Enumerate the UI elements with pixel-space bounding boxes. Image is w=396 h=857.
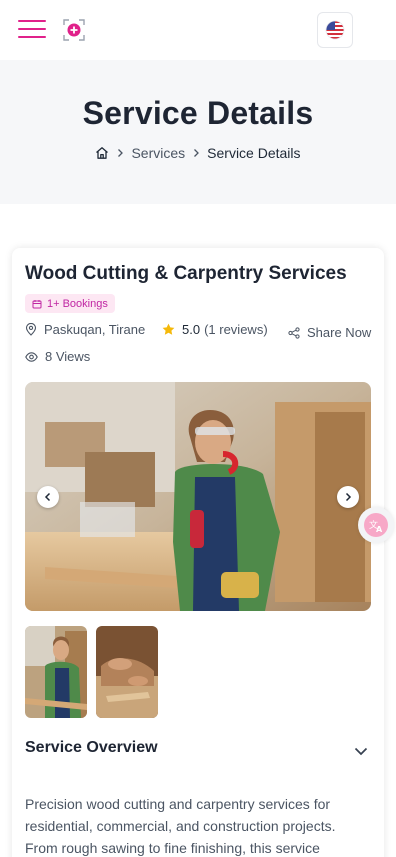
chevron-right-icon — [345, 492, 352, 502]
share-button[interactable]: Share Now — [288, 325, 371, 340]
service-overview-title[interactable]: Service Overview — [25, 739, 158, 757]
gallery-thumbnail-2[interactable] — [96, 626, 158, 718]
chevron-down-icon[interactable] — [352, 742, 370, 760]
page-title: Service Details — [82, 95, 314, 131]
home-icon[interactable] — [95, 146, 109, 160]
share-icon — [288, 326, 300, 339]
gallery-prev-button[interactable] — [37, 486, 59, 508]
breadcrumb-current: Service Details — [207, 145, 301, 161]
rating-value: 5.0 — [182, 322, 201, 337]
hamburger-menu-icon[interactable] — [18, 19, 46, 39]
breadcrumb-services-link[interactable]: Services — [131, 145, 185, 161]
gallery-next-button[interactable] — [337, 486, 359, 508]
review-count[interactable]: (1 reviews) — [204, 322, 268, 337]
service-meta-row: Paskuqan, Tirane 5.0 (1 reviews) Share N… — [25, 322, 375, 340]
bookings-badge-label: 1+ Bookings — [47, 297, 108, 310]
location-text: Paskuqan, Tirane — [44, 322, 146, 337]
share-label[interactable]: Share Now — [307, 325, 371, 340]
view-count: 8 Views — [25, 349, 90, 364]
breadcrumb: Services Service Details — [0, 145, 396, 161]
translate-button[interactable]: 文 A — [358, 507, 394, 543]
top-navbar — [0, 0, 396, 60]
calendar-icon — [32, 299, 42, 308]
location: Paskuqan, Tirane — [25, 322, 145, 337]
page-hero: Service Details Services Service Details — [0, 60, 396, 204]
bookings-badge: 1+ Bookings — [25, 294, 115, 313]
chevron-left-icon — [44, 492, 51, 502]
carpenter-photo — [25, 382, 371, 611]
service-main-image[interactable] — [25, 382, 371, 611]
us-flag-icon — [325, 20, 345, 40]
gallery-thumbnail-1[interactable] — [25, 626, 87, 718]
svg-text:A: A — [376, 525, 383, 533]
breadcrumb-separator-icon — [191, 148, 201, 158]
map-pin-icon — [25, 323, 37, 336]
views-text: 8 Views — [45, 349, 91, 364]
service-details-card: Wood Cutting & Carpentry Services 1+ Boo… — [12, 248, 384, 857]
language-selector-button[interactable] — [317, 12, 353, 48]
service-overview-text: Precision wood cutting and carpentry ser… — [25, 796, 336, 856]
star-icon — [162, 323, 175, 335]
rating: 5.0 (1 reviews) — [162, 322, 268, 337]
breadcrumb-separator-icon — [115, 148, 125, 158]
service-title: Wood Cutting & Carpentry Services — [25, 263, 347, 284]
eye-icon — [25, 351, 38, 362]
translate-icon: 文 A — [364, 513, 388, 537]
app-logo-icon[interactable] — [63, 19, 85, 41]
